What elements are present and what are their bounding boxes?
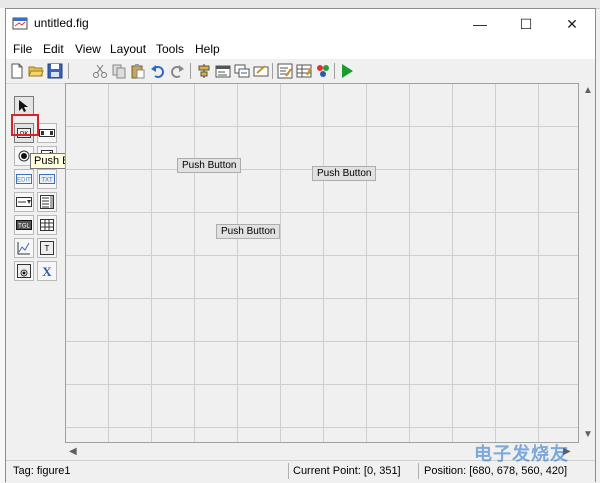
- panel-tool[interactable]: T: [37, 238, 57, 258]
- static-text-tool[interactable]: TXT: [37, 169, 57, 189]
- status-separator: [418, 463, 419, 479]
- toolbar-separator: [190, 63, 191, 79]
- radio-button-icon: [18, 150, 30, 162]
- svg-text:EDIT: EDIT: [17, 178, 31, 184]
- vertical-scrollbar[interactable]: ▲ ▼: [579, 83, 595, 443]
- status-position: Position: [680, 678, 560, 420]: [424, 465, 568, 477]
- layout-canvas[interactable]: Push Button Push Button Push Button: [65, 83, 579, 443]
- open-icon[interactable]: [28, 63, 44, 79]
- static-text-icon: TXT: [39, 174, 55, 184]
- axes-icon: [17, 242, 30, 255]
- maximize-button[interactable]: ☐: [503, 9, 549, 39]
- svg-text:TXT: TXT: [41, 178, 53, 184]
- listbox-icon: [40, 195, 54, 209]
- table-icon: [40, 219, 54, 231]
- scroll-left-icon[interactable]: ◀: [69, 446, 77, 457]
- cut-icon[interactable]: [92, 63, 108, 79]
- toolbar-separator: [68, 63, 69, 79]
- status-tag: Tag: figure1: [13, 465, 71, 477]
- canvas-push-button[interactable]: Push Button: [312, 166, 377, 181]
- panel-icon: T: [40, 241, 54, 255]
- axes-tool[interactable]: [14, 238, 34, 258]
- popup-menu-icon: [16, 197, 32, 207]
- status-separator: [288, 463, 289, 479]
- svg-text:T: T: [45, 244, 50, 253]
- edit-text-tool[interactable]: EDIT: [14, 169, 34, 189]
- run-icon[interactable]: [339, 63, 355, 79]
- table-tool[interactable]: [37, 215, 57, 235]
- listbox-tool[interactable]: [37, 192, 57, 212]
- select-tool-button[interactable]: [14, 96, 34, 116]
- menu-edit[interactable]: Edit: [43, 42, 64, 56]
- editor-icon[interactable]: [277, 63, 293, 79]
- toolbar-separator: [334, 63, 335, 79]
- copy-icon[interactable]: [111, 63, 127, 79]
- title-bar: untitled.fig — ☐ ✕: [6, 9, 595, 39]
- menu-tools[interactable]: Tools: [156, 42, 184, 56]
- menu-help[interactable]: Help: [195, 42, 220, 56]
- menu-file[interactable]: File: [13, 42, 32, 56]
- scroll-up-icon[interactable]: ▲: [583, 85, 593, 96]
- tab-order-icon[interactable]: [234, 63, 250, 79]
- menu-view[interactable]: View: [75, 42, 101, 56]
- toolbar-editor-icon[interactable]: [253, 63, 269, 79]
- guide-window: untitled.fig — ☐ ✕ File Edit View Layout…: [5, 8, 596, 482]
- window-title: untitled.fig: [34, 16, 89, 30]
- canvas-push-button[interactable]: Push Button: [216, 224, 281, 239]
- button-group-tool[interactable]: [14, 261, 34, 281]
- undo-icon[interactable]: [150, 63, 166, 79]
- selection-highlight-box: [11, 114, 39, 136]
- popup-menu-tool[interactable]: [14, 192, 34, 212]
- toolbar-separator: [272, 63, 273, 79]
- toolbar: [6, 59, 595, 84]
- component-palette: OK EDIT TXT TGL T X: [6, 83, 63, 463]
- slider-tool[interactable]: [37, 123, 57, 143]
- close-button[interactable]: ✕: [549, 9, 595, 39]
- activex-tool[interactable]: X: [37, 261, 57, 281]
- menu-editor-icon[interactable]: [215, 63, 231, 79]
- activex-icon: X: [42, 264, 52, 278]
- slider-icon: [39, 129, 55, 137]
- scroll-down-icon[interactable]: ▼: [583, 429, 593, 440]
- arrow-cursor-icon: [19, 100, 28, 112]
- watermark-logo: 电子发烧友: [474, 444, 569, 464]
- align-icon[interactable]: [196, 63, 212, 79]
- property-inspector-icon[interactable]: [296, 63, 312, 79]
- button-group-icon: [17, 264, 31, 278]
- edit-text-icon: EDIT: [16, 174, 32, 184]
- minimize-button[interactable]: —: [457, 9, 503, 39]
- menu-layout[interactable]: Layout: [110, 42, 146, 56]
- canvas-push-button[interactable]: Push Button: [177, 158, 242, 173]
- svg-text:X: X: [42, 264, 52, 278]
- status-current-point: Current Point: [0, 351]: [293, 465, 401, 477]
- paste-icon[interactable]: [130, 63, 146, 79]
- toggle-button-tool[interactable]: TGL: [14, 215, 34, 235]
- object-browser-icon[interactable]: [315, 63, 331, 79]
- toggle-button-icon: TGL: [16, 220, 32, 230]
- new-icon[interactable]: [9, 63, 25, 79]
- redo-icon[interactable]: [169, 63, 185, 79]
- save-icon[interactable]: [47, 63, 63, 79]
- menu-bar: File Edit View Layout Tools Help: [6, 39, 595, 59]
- svg-text:TGL: TGL: [18, 224, 30, 230]
- fig-file-icon: [12, 17, 28, 30]
